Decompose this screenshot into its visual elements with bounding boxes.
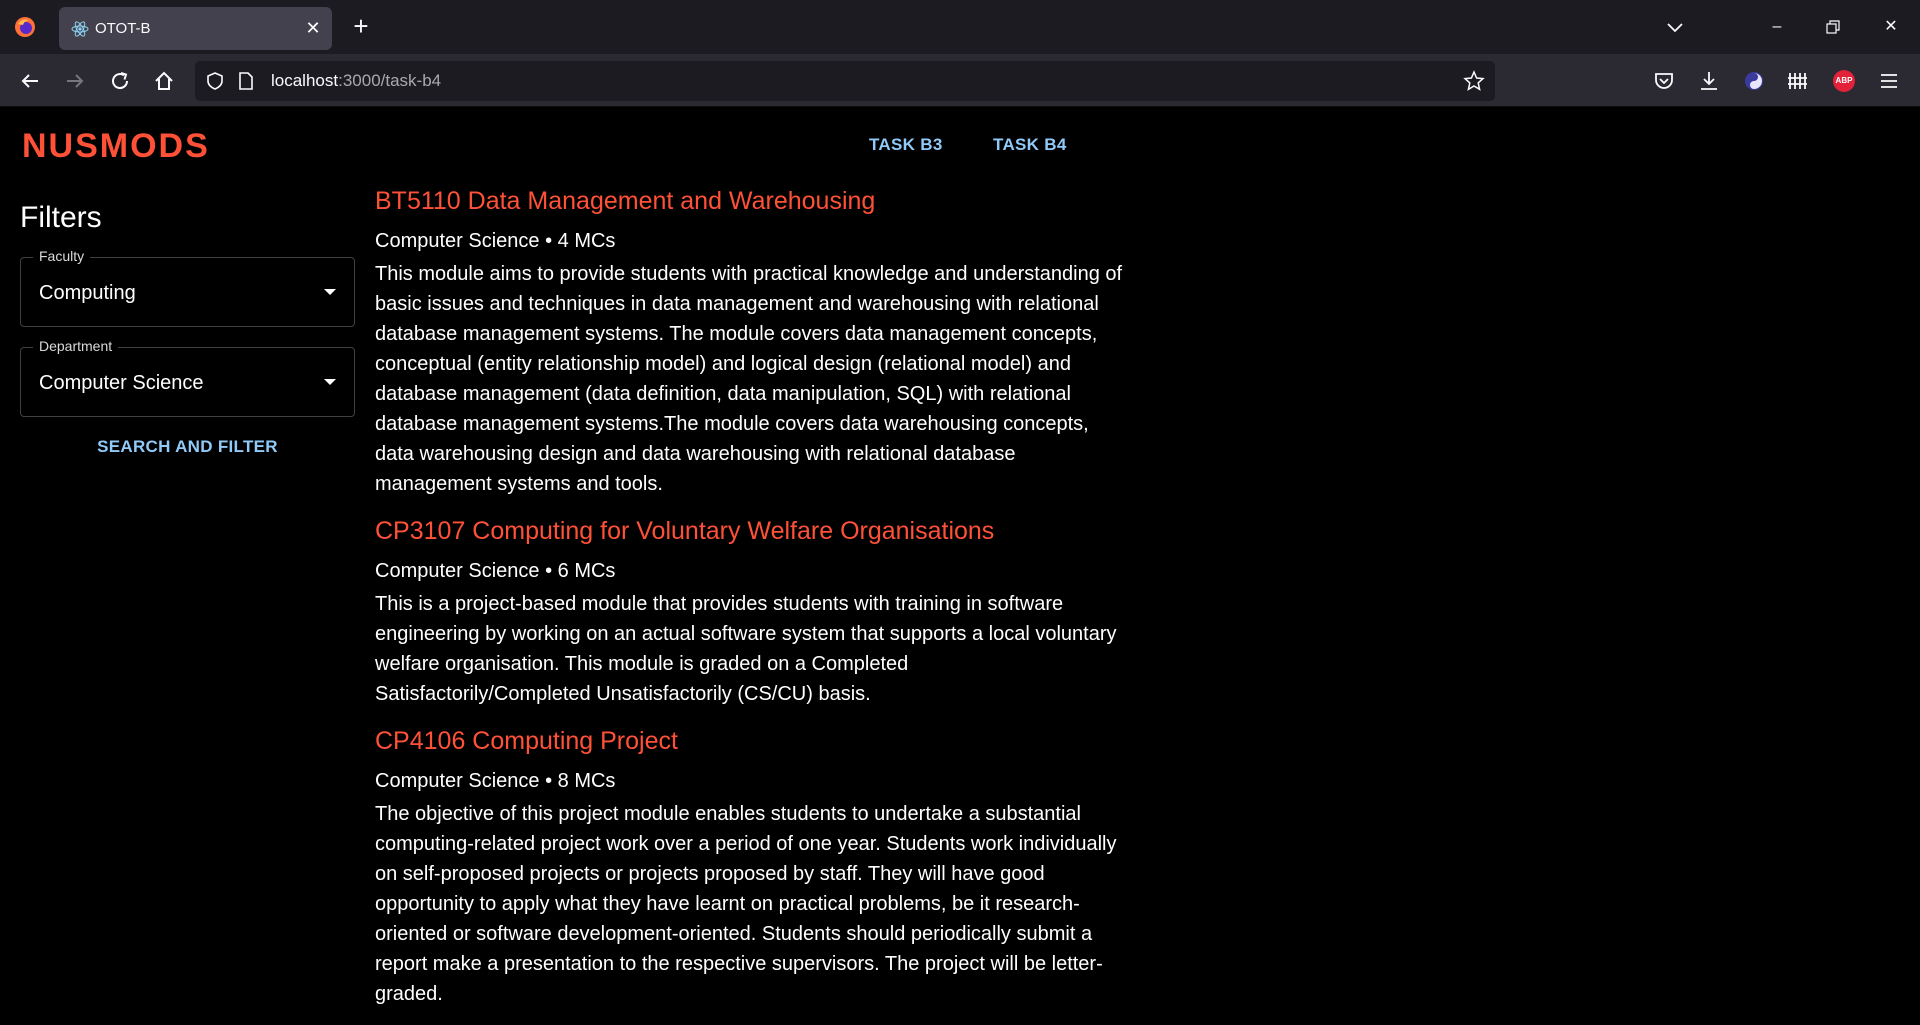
shield-icon[interactable] <box>205 71 225 91</box>
pocket-icon[interactable] <box>1651 68 1677 94</box>
module-item: CP3107 Computing for Voluntary Welfare O… <box>375 515 1125 709</box>
module-description: This module aims to provide students wit… <box>375 263 1123 495</box>
forward-arrow-icon[interactable] <box>61 67 89 95</box>
browser-tab-active[interactable]: OTOT-B ✕ <box>59 7 332 50</box>
hamburger-menu-icon[interactable] <box>1876 68 1902 94</box>
department-value: Computer Science <box>39 372 204 394</box>
url-path: :3000/task-b4 <box>338 71 442 90</box>
url-host: localhost <box>271 71 339 90</box>
close-tab-icon[interactable]: ✕ <box>302 17 324 39</box>
module-title[interactable]: CP4106 Computing Project <box>375 725 1125 757</box>
restore-icon[interactable] <box>1818 12 1848 42</box>
dropdown-arrow-icon <box>324 289 336 295</box>
window-close-icon[interactable]: ✕ <box>1876 12 1906 42</box>
minimize-icon[interactable]: – <box>1762 12 1792 42</box>
module-title[interactable]: CP3107 Computing for Voluntary Welfare O… <box>375 515 1125 547</box>
page-icon[interactable] <box>237 71 255 91</box>
extension-icon[interactable] <box>1741 68 1767 94</box>
chevron-down-icon[interactable] <box>1664 16 1686 38</box>
abp-badge-label: ABP <box>1833 70 1855 92</box>
module-meta: Computer Science • 6 MCs <box>375 560 616 582</box>
module-meta: Computer Science • 4 MCs <box>375 230 616 252</box>
module-title[interactable]: BT5110 Data Management and Warehousing <box>375 185 1125 217</box>
faculty-value: Computing <box>39 282 136 304</box>
new-tab-icon[interactable]: + <box>347 13 375 41</box>
search-and-filter-button[interactable]: SEARCH AND FILTER <box>20 437 355 457</box>
dropdown-arrow-icon <box>324 379 336 385</box>
library-icon[interactable] <box>1785 68 1811 94</box>
faculty-label: Faculty <box>33 248 91 264</box>
browser-tabstrip: OTOT-B ✕ + – ✕ <box>0 0 1920 54</box>
download-icon[interactable] <box>1696 68 1722 94</box>
nav-task-b3[interactable]: TASK B3 <box>869 135 943 155</box>
firefox-icon[interactable] <box>14 16 36 38</box>
module-item: CP4106 Computing Project Computer Scienc… <box>375 725 1125 1009</box>
top-nav: TASK B3 TASK B4 <box>869 135 1113 155</box>
back-arrow-icon[interactable] <box>16 67 44 95</box>
module-list: BT5110 Data Management and Warehousing C… <box>375 185 1125 1025</box>
browser-navbar: localhost:3000/task-b4 ABP <box>0 54 1920 107</box>
module-description: This is a project-based module that prov… <box>375 593 1117 705</box>
filters-title: Filters <box>20 201 102 234</box>
module-meta: Computer Science • 8 MCs <box>375 770 616 792</box>
url-text[interactable]: localhost:3000/task-b4 <box>271 71 441 91</box>
faculty-select[interactable]: Faculty Computing <box>20 248 355 327</box>
nav-task-b4[interactable]: TASK B4 <box>993 135 1067 155</box>
module-item: BT5110 Data Management and Warehousing C… <box>375 185 1125 499</box>
app-page: NUSMODS TASK B3 TASK B4 Filters Faculty … <box>0 107 1920 1020</box>
department-label: Department <box>33 338 119 354</box>
filters-panel: Filters Faculty Computing Department Com… <box>20 201 355 457</box>
reload-icon[interactable] <box>106 67 134 95</box>
home-icon[interactable] <box>150 67 178 95</box>
nusmods-logo[interactable]: NUSMODS <box>22 127 210 166</box>
tab-title: OTOT-B <box>95 20 151 37</box>
department-select[interactable]: Department Computer Science <box>20 338 355 417</box>
react-icon <box>71 21 89 37</box>
star-icon[interactable] <box>1463 70 1485 92</box>
adblock-plus-icon[interactable]: ABP <box>1831 68 1857 94</box>
module-description: The objective of this project module ena… <box>375 803 1117 1005</box>
url-bar[interactable]: localhost:3000/task-b4 <box>195 61 1495 101</box>
